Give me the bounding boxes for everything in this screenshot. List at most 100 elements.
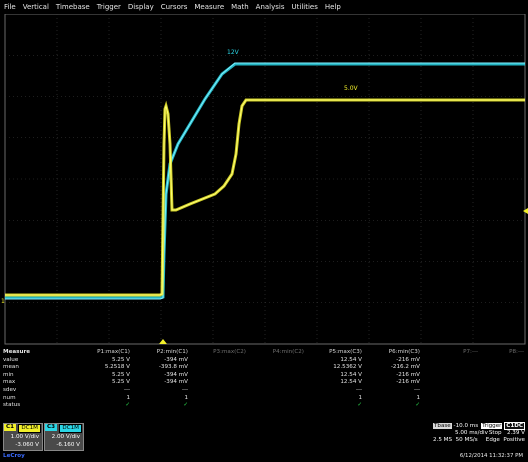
measure-param-header[interactable]: P2:min(C1) bbox=[128, 349, 188, 357]
status-check-icon: ✓ bbox=[357, 402, 362, 409]
measure-value bbox=[186, 364, 246, 372]
measure-row-label: max bbox=[3, 379, 16, 386]
measure-value: 5.25 V bbox=[111, 371, 130, 378]
menu-item-math[interactable]: Math bbox=[231, 3, 249, 11]
trigger-level: 2.39 V bbox=[506, 430, 525, 437]
measurement-table: Measure value mean min max sdev num status P1:m… bbox=[0, 346, 528, 420]
trigger-time-marker[interactable] bbox=[159, 339, 167, 344]
channel-coupling: DC1M bbox=[18, 424, 41, 433]
brand-logo: LeCroy bbox=[3, 453, 25, 459]
measure-param-2[interactable]: P2:min(C1) -394 mV -393.8 mV -394 mV -394 mV… bbox=[128, 349, 188, 410]
measure-row-label: num bbox=[3, 394, 16, 401]
menu-item-file[interactable]: File bbox=[4, 3, 16, 11]
measure-value: -394 mV bbox=[164, 356, 188, 363]
measure-param-header[interactable]: P4:min(C2) bbox=[244, 349, 304, 357]
measure-param-6[interactable]: P6:min(C3) -216 mV -216.2 mV -216 mV -216 mV… bbox=[360, 349, 420, 410]
measure-param-header[interactable]: P1:max(C1) bbox=[70, 349, 130, 357]
channel-descriptor-c3[interactable]: C3 DC1M 2.00 V/div -6.160 V bbox=[44, 423, 84, 451]
measure-param-4[interactable]: P4:min(C2) bbox=[244, 349, 304, 410]
trigger-label: Trigger bbox=[481, 423, 503, 429]
tbase-label: Tbase bbox=[433, 423, 452, 429]
menu-item-display[interactable]: Display bbox=[128, 3, 154, 11]
measure-value: 5.2518 V bbox=[104, 364, 130, 371]
measure-value: 1 bbox=[184, 394, 188, 401]
label-5v: 5.0V bbox=[344, 85, 359, 92]
measure-value: --- bbox=[413, 386, 420, 393]
status-check-icon bbox=[464, 402, 524, 410]
measure-value: 5.25 V bbox=[111, 379, 130, 386]
measure-value: 1 bbox=[126, 394, 130, 401]
measure-param-5[interactable]: P5:max(C3) 12.54 V 12.5362 V 12.54 V 12.54 V… bbox=[302, 349, 362, 410]
measure-value bbox=[186, 357, 246, 365]
status-check-icon: ✓ bbox=[125, 402, 130, 409]
measure-value: -216 mV bbox=[396, 356, 420, 363]
menu-item-analysis[interactable]: Analysis bbox=[256, 3, 285, 11]
measure-value: 5.25 V bbox=[111, 356, 130, 363]
measure-value: -216 mV bbox=[396, 379, 420, 386]
channel-marker-left[interactable]: 1 bbox=[1, 298, 5, 305]
sample-count: 2.5 MS bbox=[433, 437, 453, 444]
measure-value bbox=[464, 379, 524, 387]
trigger-type: Edge bbox=[485, 437, 500, 444]
measure-value: -216.2 mV bbox=[390, 364, 420, 371]
measure-value bbox=[186, 395, 246, 403]
measure-row-label: value bbox=[3, 356, 19, 363]
measure-param-header[interactable]: P5:max(C3) bbox=[302, 349, 362, 357]
measure-value: -394 mV bbox=[164, 379, 188, 386]
channel-descriptor-c1[interactable]: C1 DC1M 1.00 V/div -3.060 V bbox=[3, 423, 43, 451]
waveform-canvas: 12V 5.0V 1 bbox=[1, 13, 528, 345]
tbase-value: -10.0 ms bbox=[453, 423, 479, 429]
measure-value bbox=[464, 364, 524, 372]
measure-value bbox=[244, 357, 304, 365]
status-check-icon bbox=[186, 402, 246, 410]
measure-value: 1 bbox=[416, 394, 420, 401]
measure-param-header[interactable]: P3:max(C2) bbox=[186, 349, 246, 357]
menu-item-help[interactable]: Help bbox=[325, 3, 341, 11]
menu-bar: File Vertical Timebase Trigger Display Cursor… bbox=[0, 0, 528, 14]
trigger-source: C1DC bbox=[504, 422, 525, 430]
label-12v: 12V bbox=[227, 49, 240, 56]
measure-value bbox=[244, 379, 304, 387]
measure-value: -216 mV bbox=[396, 371, 420, 378]
waveform-display[interactable]: 12V 5.0V 1 bbox=[0, 13, 528, 346]
measure-row-label: mean bbox=[3, 364, 19, 371]
channel-coupling: DC1M bbox=[59, 424, 82, 433]
measure-value: --- bbox=[123, 386, 130, 393]
measure-value bbox=[464, 372, 524, 380]
menu-item-vertical[interactable]: Vertical bbox=[23, 3, 49, 11]
channel-offset: -3.060 V bbox=[15, 442, 39, 448]
channel-tag: C3 bbox=[45, 424, 57, 431]
channel-offset: -6.160 V bbox=[56, 442, 80, 448]
measure-row-label: sdev bbox=[3, 386, 17, 393]
measure-param-1[interactable]: P1:max(C1) 5.25 V 5.2518 V 5.25 V 5.25 V --- 1… bbox=[70, 349, 130, 410]
measure-value bbox=[464, 357, 524, 365]
measure-value bbox=[244, 387, 304, 395]
status-check-icon bbox=[244, 402, 304, 410]
measure-value bbox=[186, 372, 246, 380]
measure-value bbox=[244, 372, 304, 380]
measure-row-label: Measure bbox=[3, 349, 30, 355]
measure-param-header[interactable]: P6:min(C3) bbox=[360, 349, 420, 357]
channel-vdiv: 1.00 V/div bbox=[10, 434, 39, 440]
measure-value bbox=[244, 395, 304, 403]
measure-value bbox=[244, 364, 304, 372]
menu-item-measure[interactable]: Measure bbox=[194, 3, 224, 11]
measure-param-8[interactable]: P8:--- bbox=[464, 349, 524, 410]
timestamp: 6/12/2014 11:32:37 PM bbox=[459, 453, 523, 459]
measure-value: 12.54 V bbox=[340, 379, 362, 386]
trigger-slope: Positive bbox=[503, 437, 525, 444]
measure-param-3[interactable]: P3:max(C2) bbox=[186, 349, 246, 410]
menu-item-trigger[interactable]: Trigger bbox=[97, 3, 121, 11]
menu-item-cursors[interactable]: Cursors bbox=[161, 3, 188, 11]
measure-value: -394 mV bbox=[164, 371, 188, 378]
measure-value: 12.5362 V bbox=[333, 364, 362, 371]
measure-value: --- bbox=[355, 386, 362, 393]
menu-item-timebase[interactable]: Timebase bbox=[56, 3, 90, 11]
measure-value bbox=[464, 395, 524, 403]
measure-row-labels: Measure value mean min max sdev num status bbox=[3, 349, 30, 410]
menu-item-utilities[interactable]: Utilities bbox=[292, 3, 318, 11]
status-bar: C1 DC1M 1.00 V/div -3.060 V C3 DC1M 2.00… bbox=[0, 420, 528, 462]
measure-value bbox=[464, 387, 524, 395]
measure-param-header[interactable]: P8:--- bbox=[464, 349, 524, 357]
measure-value bbox=[186, 379, 246, 387]
